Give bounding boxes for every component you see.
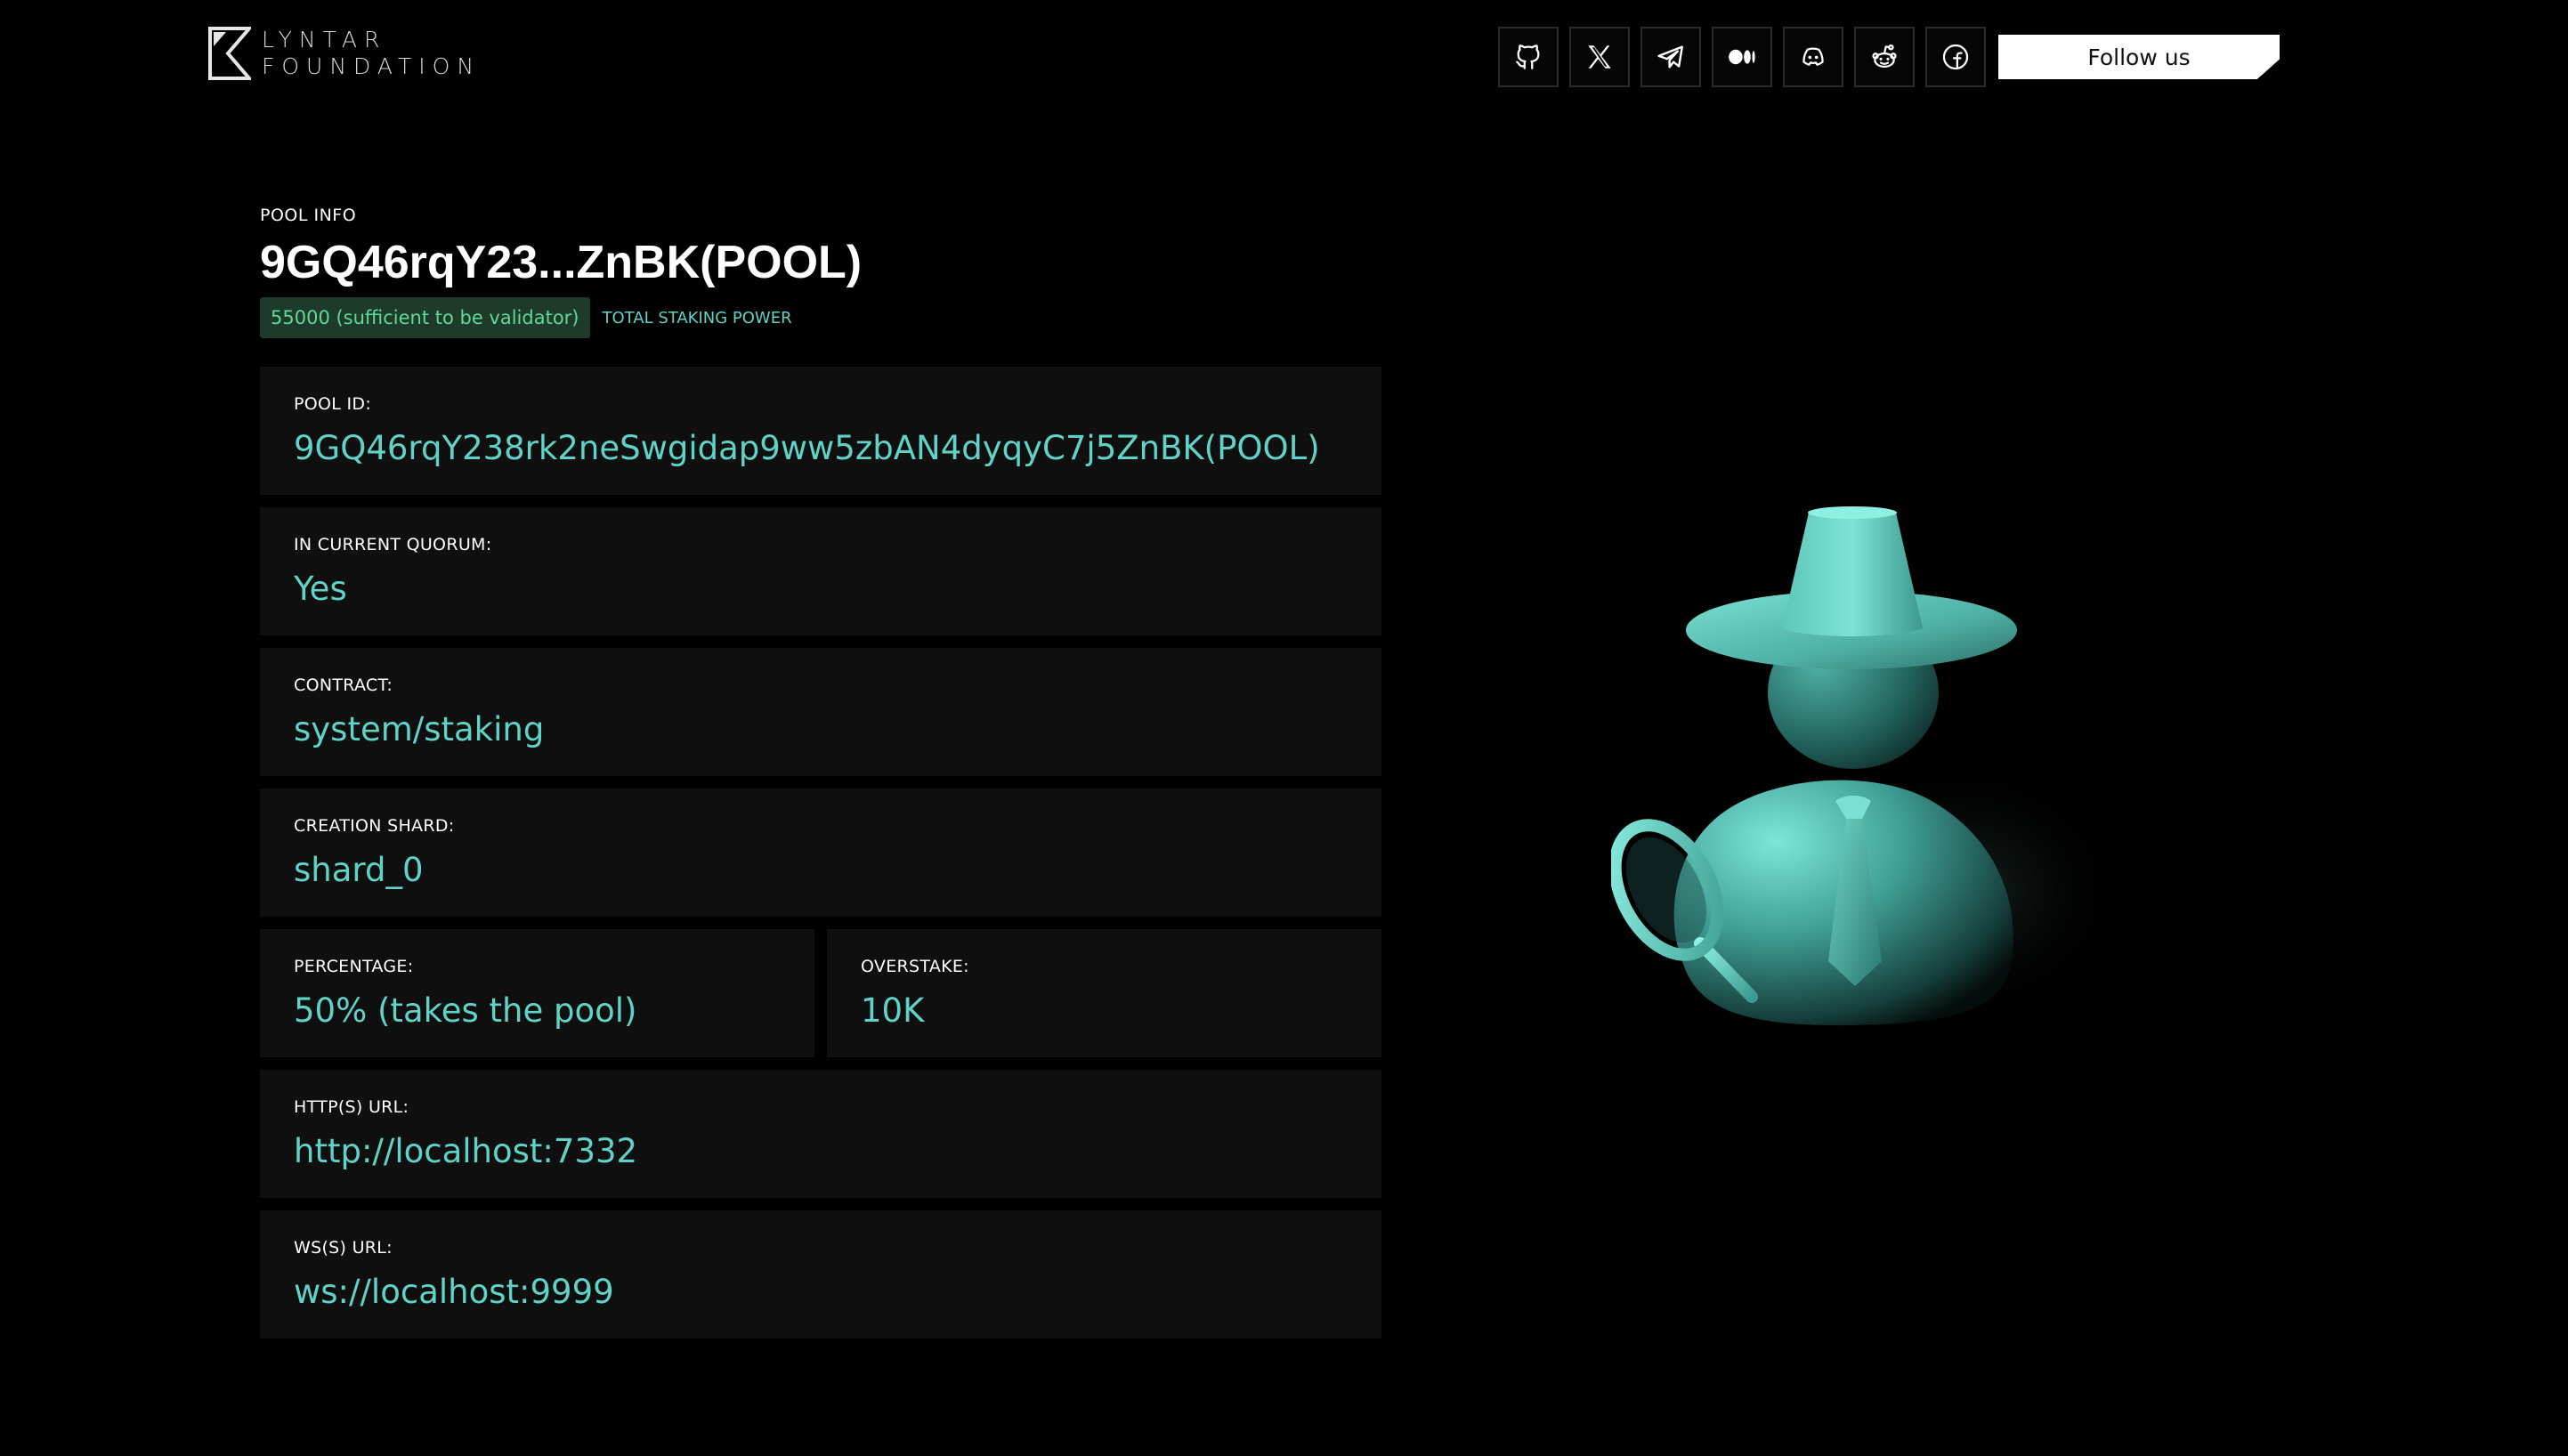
telegram-icon (1657, 45, 1683, 69)
pool-id-value[interactable]: 9GQ46rqY238rk2neSwgidap9ww5zbAN4dyqyC7j5… (294, 427, 1348, 470)
http-url-label: HTTP(S) URL: (294, 1097, 409, 1117)
http-url-card: HTTP(S) URL: http://localhost:7332 (260, 1070, 1381, 1198)
reddit-icon (1872, 44, 1897, 69)
follow-us-button[interactable]: Follow us (1998, 35, 2280, 79)
x-twitter-icon (1588, 45, 1611, 69)
pool-info-eyebrow: POOL INFO (260, 206, 357, 225)
quorum-value: Yes (294, 570, 347, 608)
percentage-label: PERCENTAGE: (294, 957, 414, 976)
ws-url-value[interactable]: ws://localhost:9999 (294, 1271, 1348, 1314)
facebook-icon (1942, 44, 1969, 70)
reddit-button[interactable] (1854, 27, 1915, 87)
staking-power-row: 55000 (sufficient to be validator) TOTAL… (260, 297, 1381, 338)
contract-card: CONTRACT: system/staking (260, 648, 1381, 776)
github-icon (1516, 44, 1540, 69)
brand-wordmark: LYNTAR FOUNDATION (262, 27, 481, 80)
facebook-button[interactable] (1925, 27, 1986, 87)
social-bar: Follow us (1498, 27, 2280, 87)
klyntar-logo[interactable]: LYNTAR FOUNDATION (208, 25, 481, 82)
creation-shard-card: CREATION SHARD: shard_0 (260, 789, 1381, 917)
staking-power-caption: TOTAL STAKING POWER (602, 308, 792, 328)
quorum-label: IN CURRENT QUORUM: (294, 535, 492, 554)
overstake-label: OVERSTAKE: (861, 957, 969, 976)
klyntar-logo-icon (208, 27, 251, 80)
overstake-card: OVERSTAKE: 10K (827, 929, 1381, 1057)
pool-title: 9GQ46rqY23...ZnBK(POOL) (260, 237, 863, 288)
detective-illustration (1611, 498, 2145, 1050)
contract-value[interactable]: system/staking (294, 708, 1348, 751)
contract-label: CONTRACT: (294, 675, 393, 695)
medium-button[interactable] (1712, 27, 1772, 87)
medium-icon (1729, 49, 1755, 65)
percentage-card: PERCENTAGE: 50% (takes the pool) (260, 929, 814, 1057)
ws-url-card: WS(S) URL: ws://localhost:9999 (260, 1210, 1381, 1339)
overstake-value: 10K (861, 991, 925, 1030)
pool-id-card: POOL ID: 9GQ46rqY238rk2neSwgidap9ww5zbAN… (260, 367, 1381, 495)
github-button[interactable] (1498, 27, 1559, 87)
staking-power-badge: 55000 (sufficient to be validator) (260, 297, 590, 338)
pool-info-section: POOL INFO 9GQ46rqY23...ZnBK(POOL) 55000 … (260, 205, 1381, 1339)
telegram-button[interactable] (1640, 27, 1701, 87)
detective-icon (1611, 506, 2127, 1026)
ws-url-label: WS(S) URL: (294, 1238, 393, 1258)
creation-shard-label: CREATION SHARD: (294, 816, 455, 836)
pool-details-list: POOL ID: 9GQ46rqY238rk2neSwgidap9ww5zbAN… (260, 367, 1381, 1339)
brand-line-1: LYNTAR (262, 27, 387, 53)
quorum-card: IN CURRENT QUORUM: Yes (260, 507, 1381, 635)
discord-button[interactable] (1783, 27, 1843, 87)
discord-icon (1802, 47, 1824, 66)
pool-id-label: POOL ID: (294, 394, 372, 414)
percentage-overstake-row: PERCENTAGE: 50% (takes the pool) OVERSTA… (260, 929, 1381, 1057)
percentage-value: 50% (takes the pool) (294, 991, 637, 1030)
brand-line-2: FOUNDATION (262, 53, 482, 79)
http-url-value[interactable]: http://localhost:7332 (294, 1130, 1348, 1173)
x-twitter-button[interactable] (1569, 27, 1630, 87)
creation-shard-value[interactable]: shard_0 (294, 849, 1348, 892)
